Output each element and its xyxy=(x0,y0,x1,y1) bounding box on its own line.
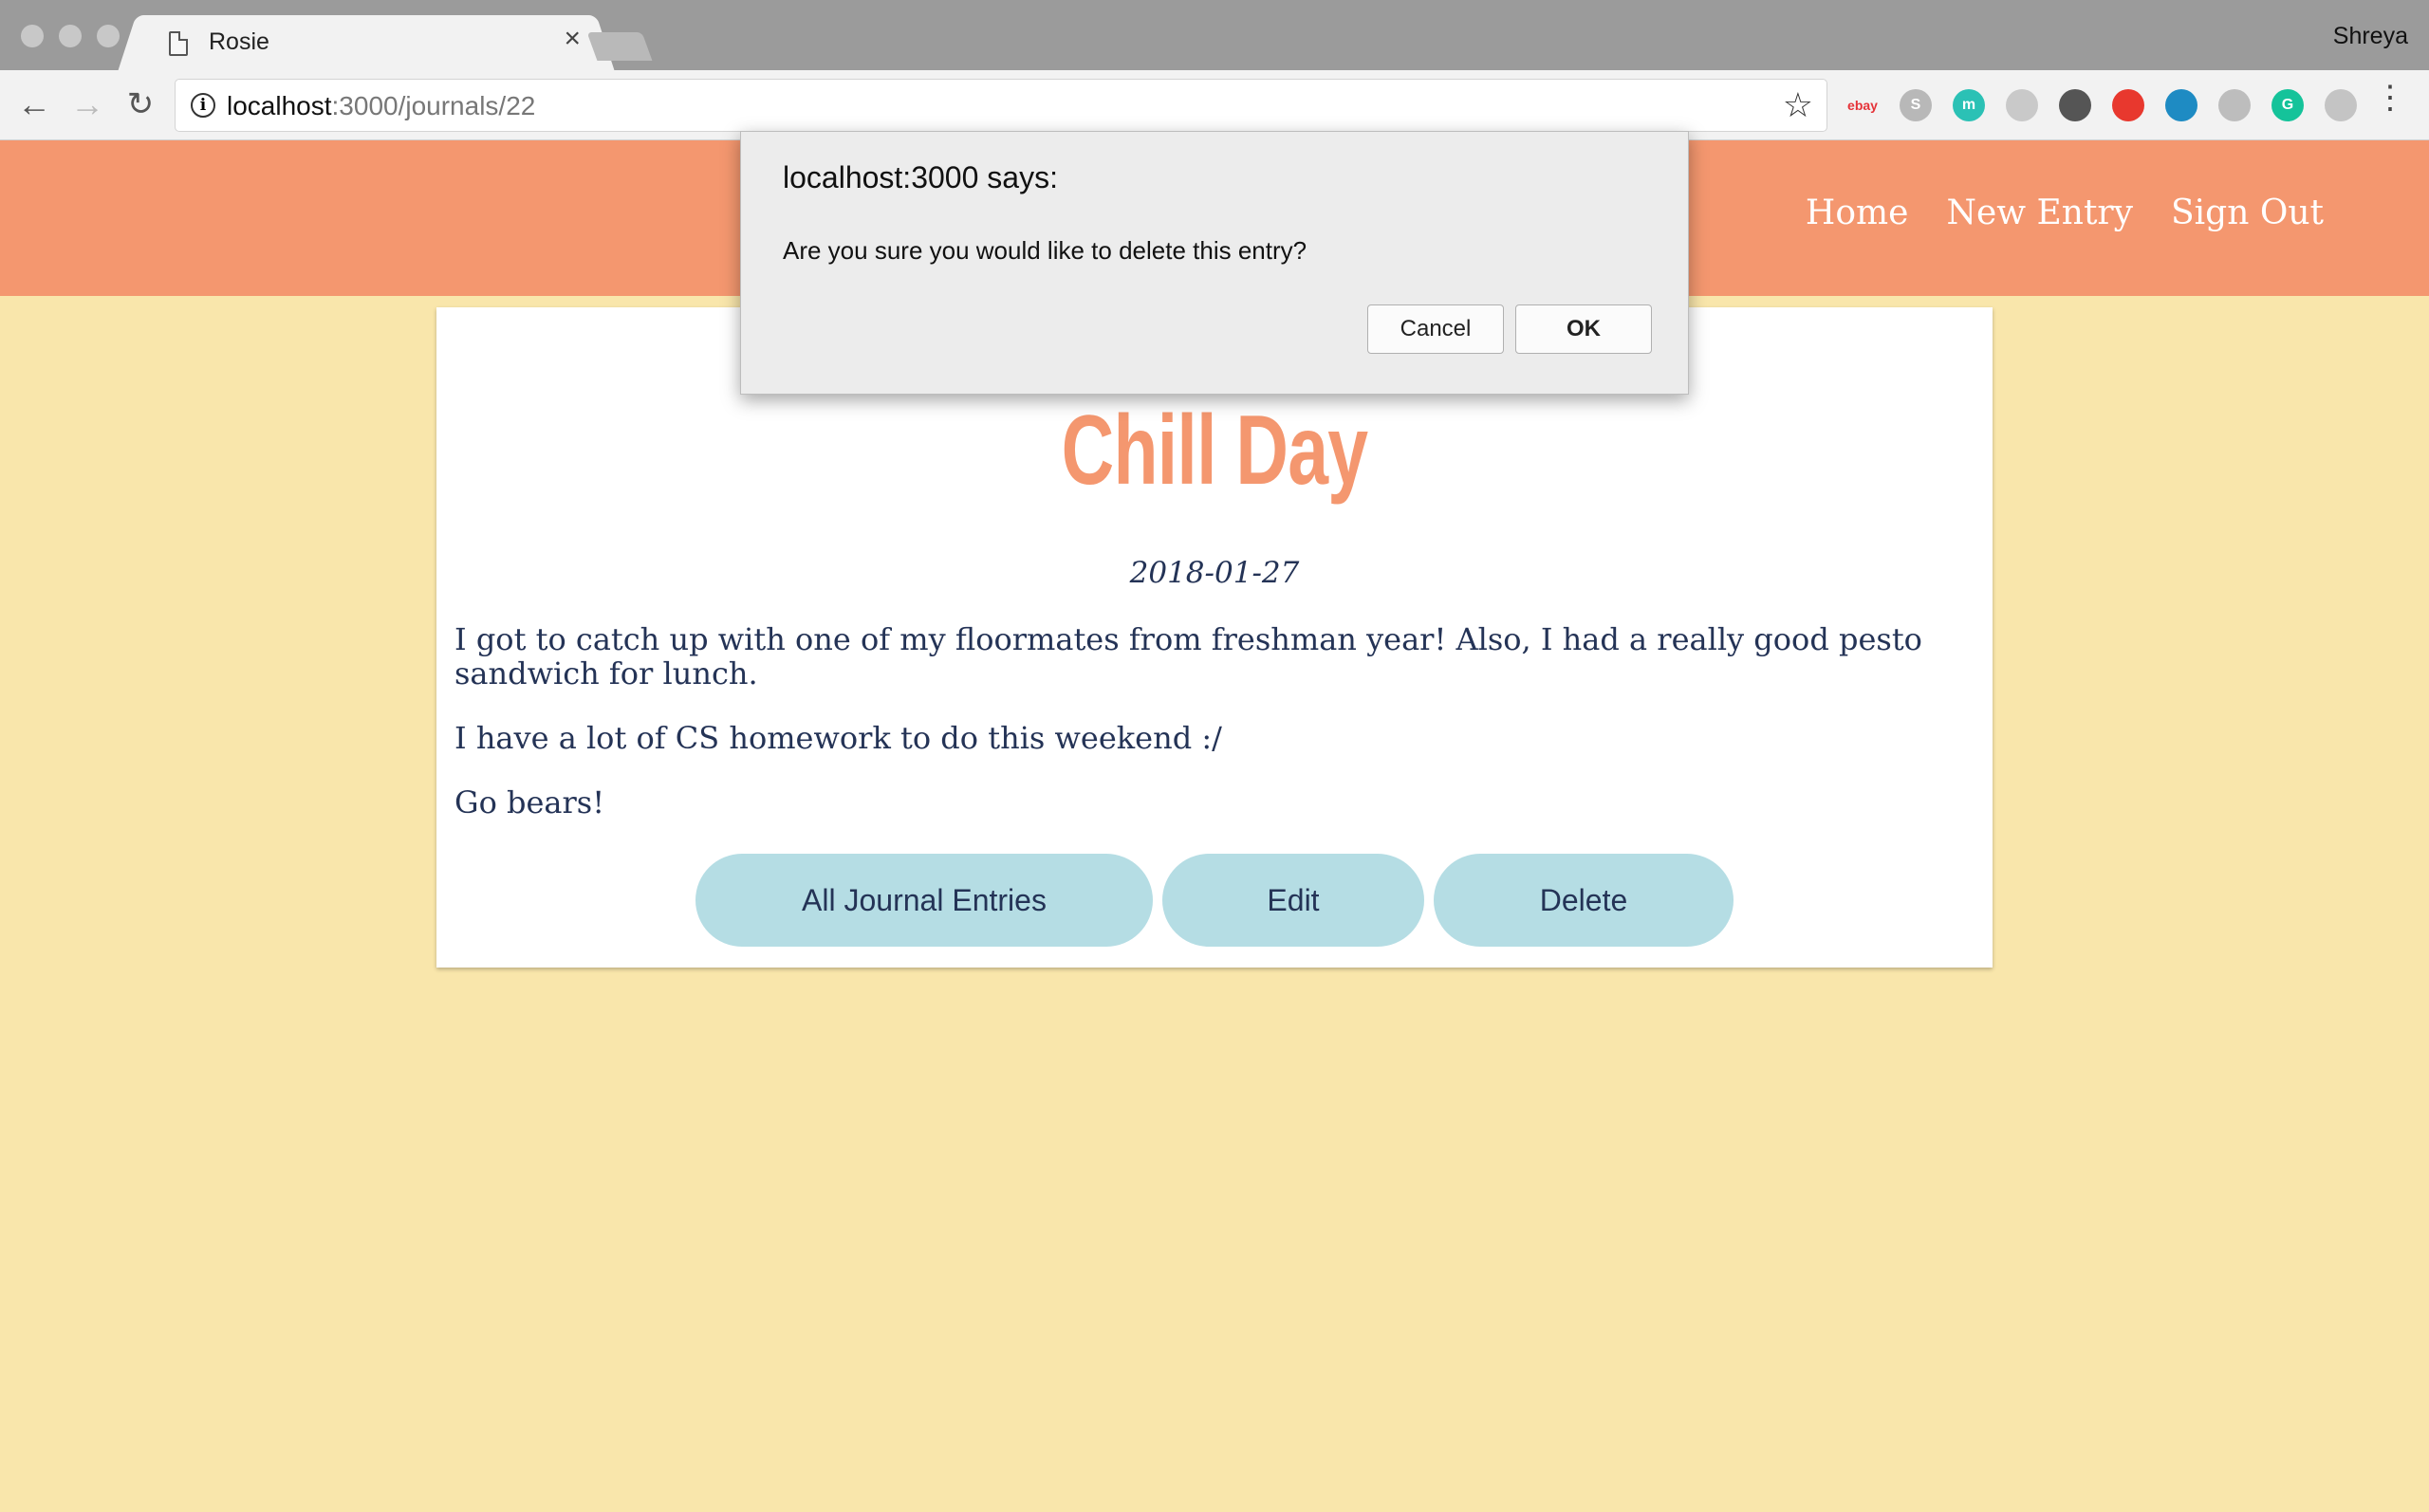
confirm-dialog: localhost:3000 says: Are you sure you wo… xyxy=(740,131,1689,395)
tab-title: Rosie xyxy=(209,28,269,55)
dialog-title: localhost:3000 says: xyxy=(783,160,1058,194)
adblock-icon[interactable] xyxy=(2112,89,2144,121)
browser-tab-active[interactable]: Rosie × xyxy=(140,15,592,70)
browser-toolbar: ← → ↻ i localhost:3000/journals/22 ☆ eba… xyxy=(0,70,2429,140)
document-icon xyxy=(169,31,188,56)
drive-icon[interactable] xyxy=(2325,89,2357,121)
dialog-cancel-button[interactable]: Cancel xyxy=(1367,304,1504,354)
chrome-menu-icon[interactable]: ⋮ xyxy=(2374,82,2406,114)
card-extension-icon[interactable] xyxy=(2006,89,2038,121)
close-window-button[interactable] xyxy=(21,25,44,47)
minimize-window-button[interactable] xyxy=(59,25,82,47)
back-arrow-icon[interactable]: ← xyxy=(13,83,55,125)
url-text[interactable]: localhost:3000/journals/22 xyxy=(227,91,535,121)
paint-bucket-icon[interactable] xyxy=(2218,89,2251,121)
new-tab-button[interactable] xyxy=(586,32,653,61)
info-icon[interactable]: i xyxy=(191,93,215,118)
dialog-message: Are you sure you would like to delete th… xyxy=(783,236,1307,265)
tab-close-icon[interactable]: × xyxy=(564,23,581,54)
address-bar[interactable]: i localhost:3000/journals/22 ☆ xyxy=(175,79,1827,132)
entry-body: I got to catch up with one of my floorma… xyxy=(454,622,1973,850)
delete-button[interactable]: Delete xyxy=(1434,854,1734,947)
nav-new-entry-link[interactable]: New Entry xyxy=(1946,194,2133,232)
eye-extension-icon[interactable] xyxy=(2165,89,2197,121)
skype-icon[interactable]: S xyxy=(1900,89,1932,121)
forward-arrow-icon[interactable]: → xyxy=(66,83,108,125)
dialog-ok-button[interactable]: OK xyxy=(1515,304,1652,354)
entry-title: Chill Day xyxy=(1061,396,1368,506)
edit-button[interactable]: Edit xyxy=(1162,854,1424,947)
maximize-window-button[interactable] xyxy=(97,25,120,47)
grammarly-icon[interactable]: G xyxy=(2271,89,2304,121)
profile-name[interactable]: Shreya xyxy=(2333,23,2408,50)
ebay-icon[interactable]: ebay xyxy=(1846,89,1879,121)
entry-actions: All Journal Entries Edit Delete xyxy=(436,854,1993,947)
bookmark-star-icon[interactable]: ☆ xyxy=(1783,85,1813,125)
m-extension-icon[interactable]: m xyxy=(1953,89,1985,121)
entry-paragraph: Go bears! xyxy=(454,784,605,821)
all-journal-entries-button[interactable]: All Journal Entries xyxy=(695,854,1153,947)
nav-sign-out-link[interactable]: Sign Out xyxy=(2171,194,2324,232)
browser-titlebar: Rosie × Shreya xyxy=(0,0,2429,70)
nav-home-link[interactable]: Home xyxy=(1806,194,1909,232)
site-nav: Home New Entry Sign Out xyxy=(1806,194,2324,232)
entry-paragraph: I have a lot of CS homework to do this w… xyxy=(454,720,1222,756)
journal-entry-card: Chill Day 2018-01-27 I got to catch up w… xyxy=(436,307,1993,968)
entry-date: 2018-01-27 xyxy=(1129,556,1300,590)
entry-paragraph: I got to catch up with one of my floorma… xyxy=(454,621,1922,691)
reload-icon[interactable]: ↻ xyxy=(120,83,161,125)
evernote-icon[interactable] xyxy=(2059,89,2091,121)
